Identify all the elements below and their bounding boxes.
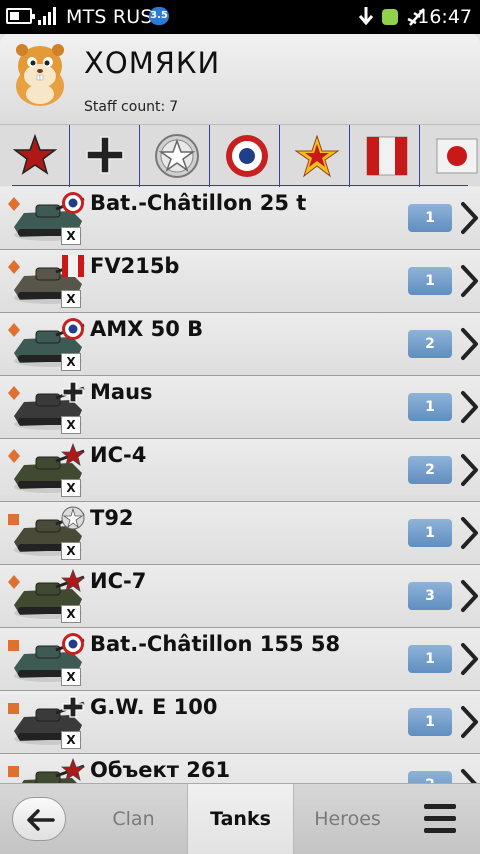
tank-name: Объект 261 (90, 758, 231, 782)
tank-name: Bat.-Châtillon 25 t (90, 191, 307, 215)
tank-name: ИС-7 (90, 569, 147, 593)
tank-name: G.W. E 100 (90, 695, 218, 719)
menu-icon[interactable] (424, 804, 456, 834)
nation-france-button[interactable] (210, 125, 280, 187)
ussr-nation-icon (61, 443, 85, 466)
signal-icon (38, 7, 58, 25)
tank-row[interactable]: X T92 1 (0, 502, 480, 565)
clan-name: ХОМЯКИ (84, 46, 221, 80)
nation-germany-button[interactable] (70, 125, 140, 187)
tier-badge: X (61, 731, 81, 749)
tab-tanks[interactable]: Tanks (187, 784, 294, 854)
tank-name: Maus (90, 380, 153, 404)
player-count-badge: 1 (408, 267, 452, 295)
carrier-name: MTS RUS (66, 6, 153, 28)
staff-count-value: 7 (169, 99, 179, 115)
tier-badge: X (61, 290, 81, 308)
usa-star-icon (155, 134, 199, 178)
germany-nation-icon (62, 696, 84, 718)
clock: 16:47 (417, 6, 472, 28)
tank-name: FV215b (90, 254, 180, 278)
back-button[interactable] (12, 797, 66, 841)
tank-row[interactable]: X Maus 1 (0, 376, 480, 439)
ussr-star-icon (13, 133, 57, 175)
nation-ussr-button[interactable] (0, 125, 70, 187)
tank-row[interactable]: X FV215b 1 (0, 250, 480, 313)
france-nation-icon (62, 318, 84, 340)
player-count-badge: 1 (408, 204, 452, 232)
bottom-toolbar: Clan Tanks Heroes (0, 783, 480, 854)
france-nation-icon (62, 633, 84, 655)
uk-nation-icon (62, 255, 84, 277)
tank-name: ИС-4 (90, 443, 147, 467)
battery-icon (6, 8, 35, 24)
usa-nation-icon (61, 506, 85, 530)
chevron-right-icon (461, 202, 478, 234)
clan-header: ХОМЯКИ Staff count: 7 (0, 34, 480, 124)
nation-china-button[interactable] (280, 125, 350, 187)
tier-badge: X (61, 479, 81, 497)
chevron-right-icon (461, 517, 478, 549)
player-count-badge: 2 (408, 771, 452, 783)
download-icon (358, 7, 374, 26)
tier-badge: X (61, 542, 81, 560)
france-roundel-icon (226, 135, 268, 177)
nation-japan-button[interactable] (420, 125, 480, 187)
staff-count: Staff count: 7 (84, 99, 178, 115)
chevron-right-icon (461, 769, 477, 783)
tank-name: AMX 50 B (90, 317, 204, 341)
notification-icon (382, 9, 398, 25)
ussr-nation-icon (61, 758, 85, 781)
germany-nation-icon (62, 381, 84, 403)
china-star-icon (294, 134, 340, 178)
player-count-badge: 1 (408, 645, 452, 673)
chevron-right-icon (461, 328, 478, 360)
tank-row[interactable]: X AMX 50 B 2 (0, 313, 480, 376)
tier-badge: X (61, 416, 81, 434)
nations-divider (12, 185, 468, 186)
tank-row[interactable]: X Bat.-Châtillon 155 58 1 (0, 628, 480, 691)
back-arrow-icon (27, 809, 55, 831)
hamster-logo (12, 42, 68, 108)
tier-badge: X (61, 227, 81, 245)
japan-flag-icon (436, 138, 478, 174)
chevron-right-icon (461, 391, 478, 423)
chevron-right-icon (461, 265, 478, 297)
tank-name: Bat.-Châtillon 155 58 (90, 632, 341, 656)
tank-row[interactable]: XОбъект 2612 (0, 754, 480, 783)
tank-row[interactable]: X G.W. E 100 1 (0, 691, 480, 754)
tank-list[interactable]: X Bat.-Châtillon 25 t 1 X FV215b 1 X AMX 50 B2X… (0, 187, 480, 783)
tier-badge: X (61, 605, 81, 623)
tier-badge: X (61, 668, 81, 686)
status-bar: MTS RUS 3.5 16:47 (0, 0, 480, 34)
player-count-badge: 3 (408, 582, 452, 610)
germany-cross-icon (86, 136, 124, 174)
nation-usa-button[interactable] (140, 125, 210, 187)
france-nation-icon (62, 192, 84, 214)
player-count-badge: 2 (408, 456, 452, 484)
uk-flag-icon (366, 136, 408, 176)
chevron-right-icon (461, 454, 478, 486)
tab-heroes[interactable]: Heroes (294, 784, 401, 854)
nation-uk-button[interactable] (350, 125, 420, 187)
tank-name: T92 (90, 506, 134, 530)
chevron-right-icon (461, 643, 478, 675)
nation-filter-bar (0, 124, 480, 187)
player-count-badge: 1 (408, 519, 452, 547)
tab-clan[interactable]: Clan (80, 784, 187, 854)
chevron-right-icon (461, 580, 478, 612)
chevron-right-icon (461, 706, 478, 738)
tank-row[interactable]: X ИС-4 2 (0, 439, 480, 502)
player-count-badge: 1 (408, 393, 452, 421)
tank-row[interactable]: X ИС-7 3 (0, 565, 480, 628)
ussr-nation-icon (61, 569, 85, 592)
tier-badge: X (61, 353, 81, 371)
player-count-badge: 1 (408, 708, 452, 736)
staff-count-label: Staff count: (84, 99, 166, 115)
player-count-badge: 2 (408, 330, 452, 358)
network-badge: 3.5 (149, 7, 169, 25)
tank-row[interactable]: X Bat.-Châtillon 25 t 1 (0, 187, 480, 250)
